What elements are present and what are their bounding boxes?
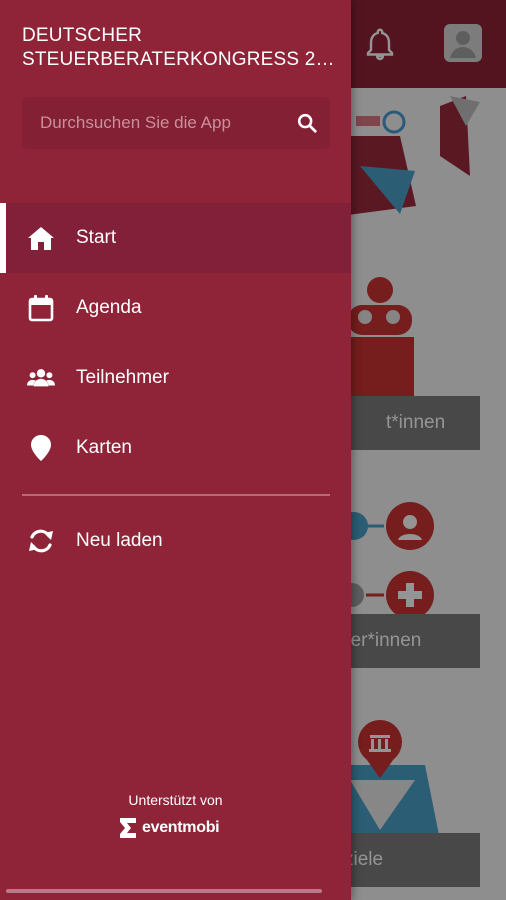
nav-label: Teilnehmer [76,367,169,388]
event-title-line1: DEUTSCHER [22,25,143,46]
home-icon [27,224,55,252]
nav-label: Agenda [76,297,142,318]
navigation-drawer: DEUTSCHER STEUERBERATERKONGRESS 2022 Sta… [0,0,351,900]
home-indicator [6,889,322,893]
reload-button[interactable]: Neu laden [0,506,351,576]
event-title-line2: STEUERBERATERKONGRESS 2022 [22,49,342,70]
map-pin-icon [27,434,55,462]
powered-by-label: Unterstützt von [128,792,223,808]
users-icon [27,364,55,392]
nav-item-teilnehmer[interactable]: Teilnehmer [0,343,351,413]
eventmobi-logo[interactable]: eventmobi [118,814,238,842]
search-icon[interactable] [296,112,318,134]
refresh-icon [27,527,55,555]
calendar-icon [27,294,55,322]
drawer-nav: Start Agenda Teilnehmer Karten [0,203,351,483]
reload-label: Neu laden [76,530,163,551]
nav-item-start[interactable]: Start [0,203,351,273]
nav-item-agenda[interactable]: Agenda [0,273,351,343]
divider [22,494,330,496]
nav-item-karten[interactable]: Karten [0,413,351,483]
eventmobi-icon [120,818,136,838]
event-title: DEUTSCHER STEUERBERATERKONGRESS 2022 [22,24,342,72]
nav-label: Karten [76,437,132,458]
brand-text: eventmobi [142,819,220,836]
nav-label: Start [76,227,117,248]
search-box[interactable] [22,97,330,149]
search-input[interactable] [22,97,292,149]
